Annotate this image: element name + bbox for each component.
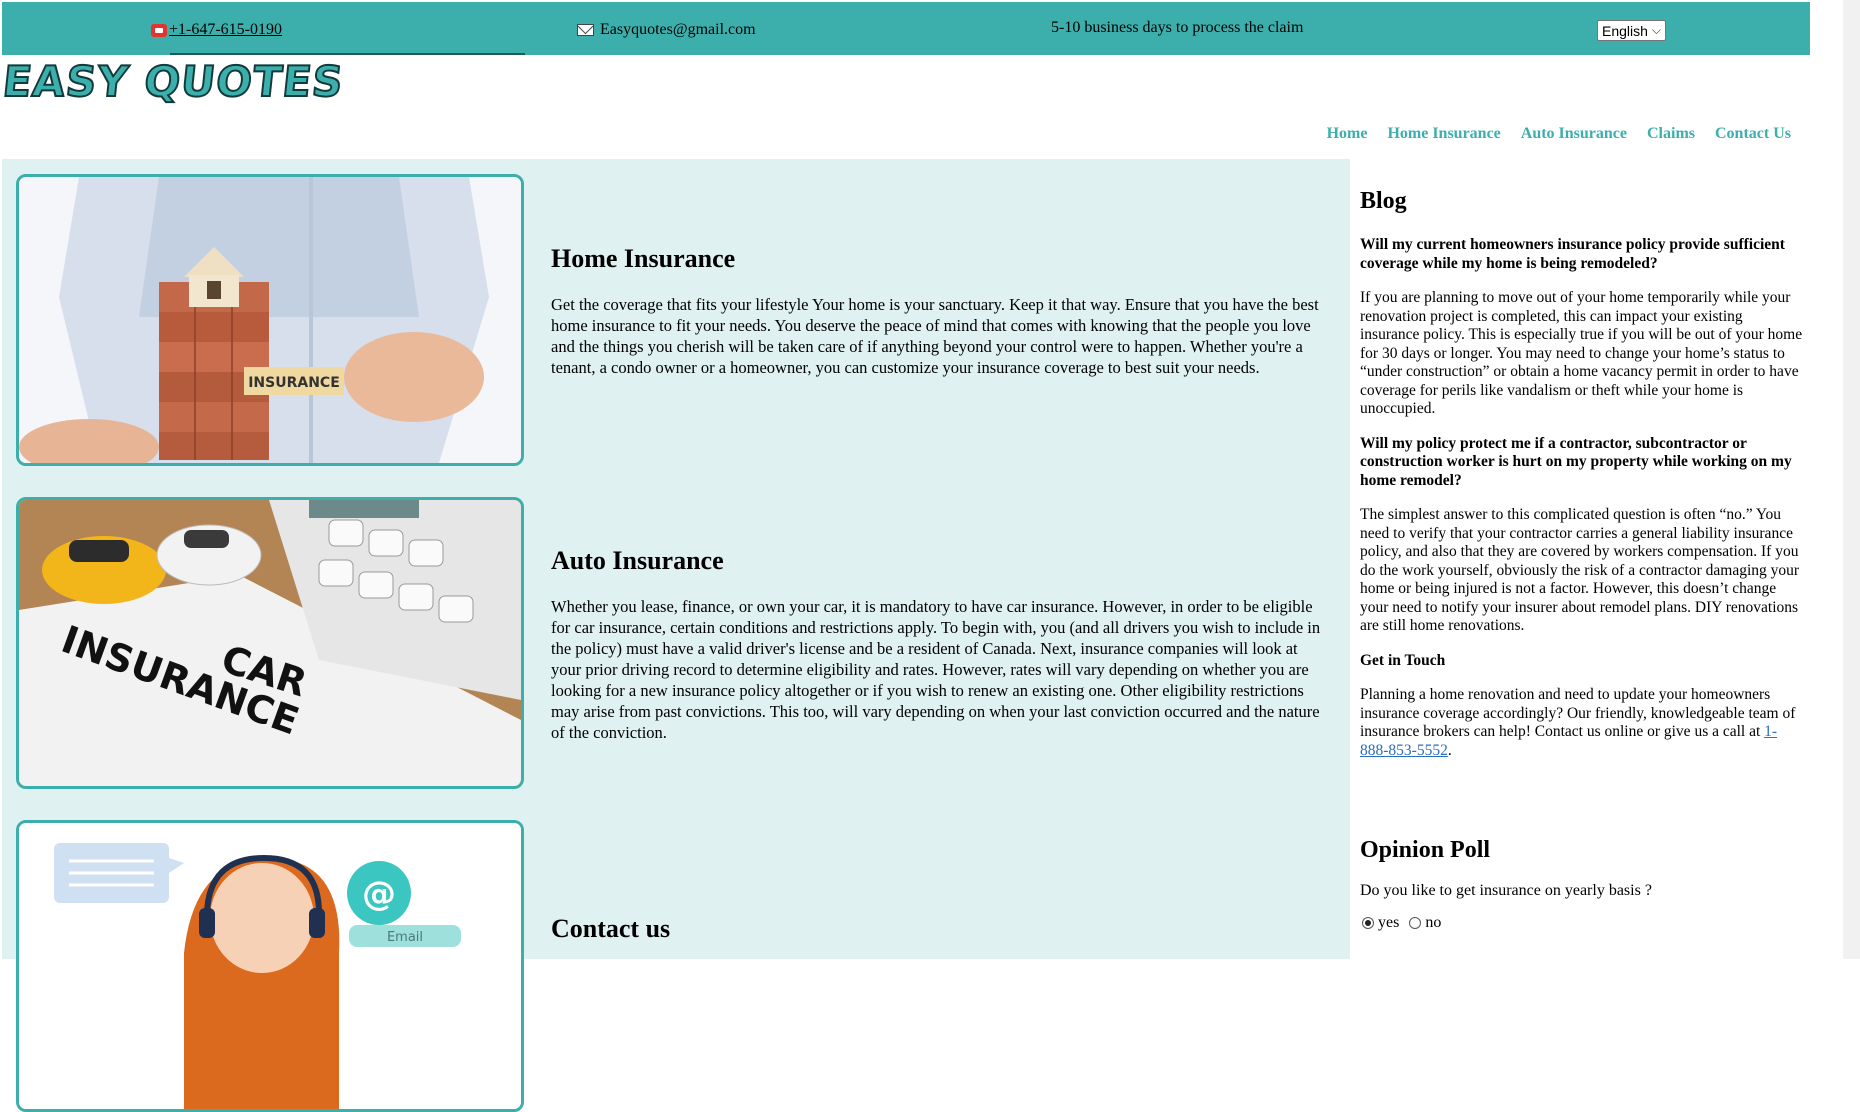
nav-contact-us[interactable]: Contact Us <box>1715 125 1791 143</box>
email-contact: Easyquotes@gmail.com <box>577 21 756 39</box>
nav-claims[interactable]: Claims <box>1647 125 1695 143</box>
poll-question: Do you like to get insurance on yearly b… <box>1360 882 1652 899</box>
language-select[interactable]: English ⌵ <box>1597 20 1666 41</box>
opinion-poll: Opinion Poll Do you like to get insuranc… <box>1360 837 1805 932</box>
home-insurance-image: INSURANCE <box>16 174 524 466</box>
language-selected: English <box>1602 22 1648 39</box>
nav-auto-insurance[interactable]: Auto Insurance <box>1521 125 1627 143</box>
home-insurance-section: Home Insurance Get the coverage that fit… <box>551 244 1331 378</box>
main-content-panel: INSURANCE Home Insurance Get the coverag… <box>2 159 1350 1112</box>
phone-link[interactable]: +1-647-615-0190 <box>169 21 282 39</box>
poll-label-no: no <box>1425 914 1442 931</box>
svg-text:@: @ <box>362 874 396 914</box>
vertical-scrollbar[interactable] <box>1843 0 1860 959</box>
get-in-touch-body: Planning a home renovation and need to u… <box>1360 686 1796 740</box>
phone-icon <box>151 23 167 37</box>
home-insurance-body: Get the coverage that fits your lifestyl… <box>551 295 1319 377</box>
auto-insurance-title: Auto Insurance <box>551 546 724 575</box>
blog-question-1: Will my current homeowners insurance pol… <box>1360 236 1785 272</box>
auto-insurance-illustration: CAR INSURANCE <box>19 500 521 786</box>
home-insurance-illustration: INSURANCE <box>19 177 521 463</box>
blog-answer-2: The simplest answer to this complicated … <box>1360 506 1800 634</box>
contact-illustration: @ Email <box>19 823 521 1109</box>
poll-radio-yes[interactable] <box>1362 917 1374 929</box>
mail-icon <box>577 24 594 36</box>
insurance-block-text: INSURANCE <box>248 375 340 391</box>
chevron-down-icon: ⌵ <box>1651 23 1661 37</box>
poll-options: yes no <box>1360 914 1805 932</box>
contact-section: Contact us <box>551 914 1331 964</box>
poll-radio-no[interactable] <box>1409 917 1422 929</box>
contact-image: @ Email <box>16 820 524 1112</box>
blog-title: Blog <box>1360 188 1407 214</box>
poll-label-yes: yes <box>1378 914 1400 931</box>
phone-contact: +1-647-615-0190 <box>151 21 282 39</box>
get-in-touch-heading: Get in Touch <box>1360 651 1446 669</box>
email-text: Easyquotes@gmail.com <box>600 21 756 38</box>
site-logo[interactable]: EASY QUOTES <box>0 56 347 107</box>
get-in-touch-period: . <box>1447 741 1452 759</box>
email-badge-text: Email <box>387 930 423 945</box>
auto-insurance-section: Auto Insurance Whether you lease, financ… <box>551 546 1331 743</box>
auto-insurance-body: Whether you lease, finance, or own your … <box>551 597 1321 742</box>
poll-title: Opinion Poll <box>1360 837 1491 863</box>
nav-home[interactable]: Home <box>1327 125 1368 143</box>
topbar-divider <box>170 53 525 55</box>
top-bar: +1-647-615-0190 Easyquotes@gmail.com 5-1… <box>2 2 1810 55</box>
auto-insurance-image: CAR INSURANCE <box>16 497 524 789</box>
contact-title: Contact us <box>551 914 671 943</box>
main-nav: Home Home Insurance Auto Insurance Claim… <box>1327 125 1791 143</box>
blog-answer-1: If you are planning to move out of your … <box>1360 289 1803 417</box>
get-in-touch-text: Planning a home renovation and need to u… <box>1360 686 1805 760</box>
process-note: 5-10 business days to process the claim <box>1051 19 1304 36</box>
blog-question-2: Will my policy protect me if a contracto… <box>1360 434 1792 489</box>
nav-home-insurance[interactable]: Home Insurance <box>1387 125 1500 143</box>
home-insurance-title: Home Insurance <box>551 244 736 273</box>
blog-sidebar: Blog Will my current homeowners insuranc… <box>1360 188 1805 776</box>
